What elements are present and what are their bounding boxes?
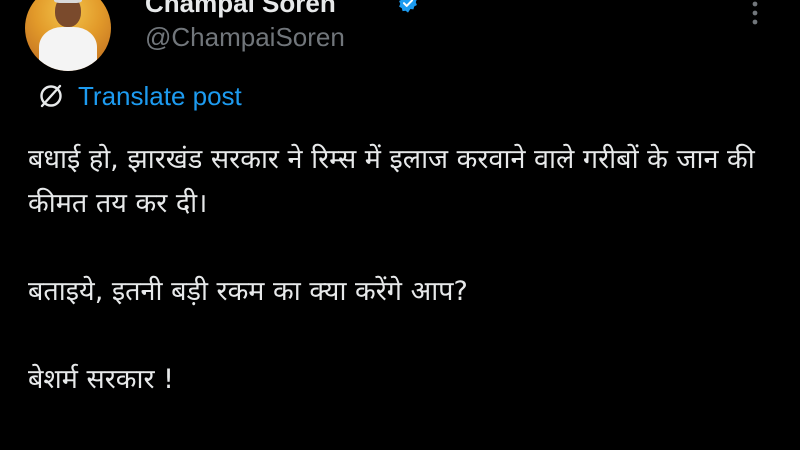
author-display-name[interactable]: Champai Soren [145, 0, 336, 19]
post-text: बधाई हो, झारखंड सरकार ने रिम्स में इलाज … [28, 138, 788, 402]
avatar[interactable] [25, 0, 111, 71]
avatar-shirt [39, 27, 97, 71]
translate-globe-icon [40, 84, 62, 108]
translate-post-row[interactable]: Translate post [38, 80, 242, 112]
author-handle[interactable]: @ChampaiSoren [145, 22, 345, 53]
translate-post-link[interactable]: Translate post [78, 81, 242, 112]
post-paragraph: बताइये, इतनी बड़ी रकम का क्या करेंगे आप? [28, 276, 468, 307]
avatar-hair [54, 0, 82, 3]
verified-badge-icon [399, 0, 417, 13]
avatar-face [55, 0, 81, 27]
post-paragraph: बधाई हो, झारखंड सरकार ने रिम्स में इलाज … [28, 144, 755, 219]
post-paragraph: बेशर्म सरकार ! [28, 364, 174, 395]
more-options-icon[interactable] [745, 0, 765, 28]
